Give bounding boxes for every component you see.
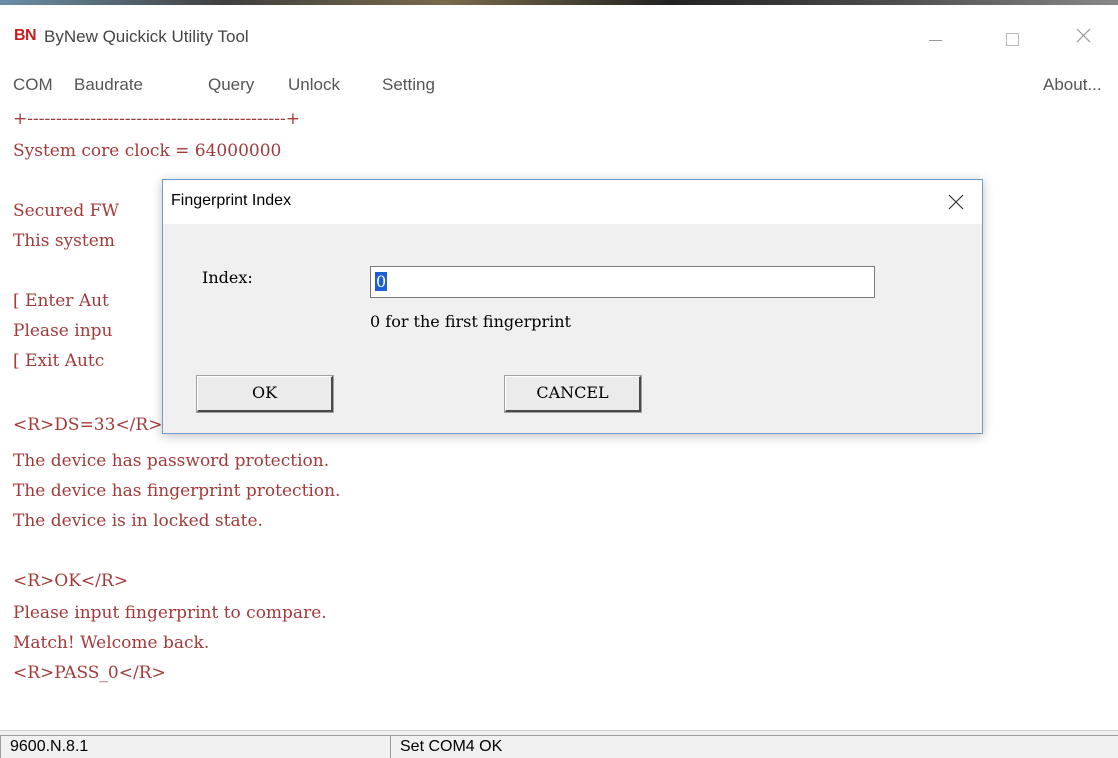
console-line: The device has password protection. <box>13 451 330 471</box>
dialog-title-bar: Fingerprint Index <box>163 180 982 224</box>
window-title: ByNew Quickick Utility Tool <box>44 27 249 46</box>
menu-bar: COM Baudrate Query Unlock Setting About.… <box>0 65 1118 105</box>
console-line: Secured FW <box>13 201 119 221</box>
console-line: Please input fingerprint to compare. <box>13 603 327 623</box>
menu-query[interactable]: Query <box>208 75 254 95</box>
menu-about[interactable]: About... <box>1043 75 1102 95</box>
console-line: [ Exit Autc <box>13 351 105 371</box>
dialog-title: Fingerprint Index <box>171 192 292 209</box>
console-line: Please inpu <box>13 321 113 341</box>
index-hint: 0 for the first fingerprint <box>370 312 571 331</box>
dialog-close-icon[interactable] <box>938 186 974 218</box>
index-label: Index: <box>202 268 253 287</box>
console-line: This system <box>13 231 115 251</box>
minimize-icon[interactable] <box>912 17 958 53</box>
maximize-icon[interactable] <box>990 17 1036 53</box>
menu-setting[interactable]: Setting <box>382 75 435 95</box>
menu-unlock[interactable]: Unlock <box>288 75 340 95</box>
status-bar: 9600.N.8.1 Set COM4 OK <box>0 730 1118 758</box>
ok-button[interactable]: OK <box>196 375 334 413</box>
console-line: +---------------------------------------… <box>13 109 300 129</box>
console-line: System core clock = 64000000 <box>13 141 282 161</box>
console-line: <R>OK</R> <box>13 571 128 591</box>
menu-baudrate[interactable]: Baudrate <box>74 75 143 95</box>
console-line: The device has fingerprint protection. <box>13 481 341 501</box>
console-line: [ Enter Aut <box>13 291 109 311</box>
dialog-close-glyph-icon <box>948 194 964 210</box>
app-logo: BN <box>14 27 37 44</box>
fingerprint-index-dialog: Fingerprint Index Index: 0 0 for the fir… <box>162 179 983 434</box>
status-baud-settings: 9600.N.8.1 <box>0 735 390 758</box>
console-line: <R>PASS_0</R> <box>13 663 166 683</box>
status-message: Set COM4 OK <box>390 735 1118 758</box>
index-input-value: 0 <box>375 272 388 291</box>
console-line: Match! Welcome back. <box>13 633 210 653</box>
close-glyph-icon <box>1076 28 1091 43</box>
cancel-button[interactable]: CANCEL <box>504 375 642 413</box>
title-bar: BN ByNew Quickick Utility Tool <box>0 5 1118 65</box>
close-icon[interactable] <box>1060 17 1106 53</box>
console-line: <R>DS=33</R> <box>13 415 163 435</box>
console-line: The device is in locked state. <box>13 511 263 531</box>
menu-com[interactable]: COM <box>13 75 53 95</box>
index-input[interactable]: 0 <box>370 266 875 298</box>
